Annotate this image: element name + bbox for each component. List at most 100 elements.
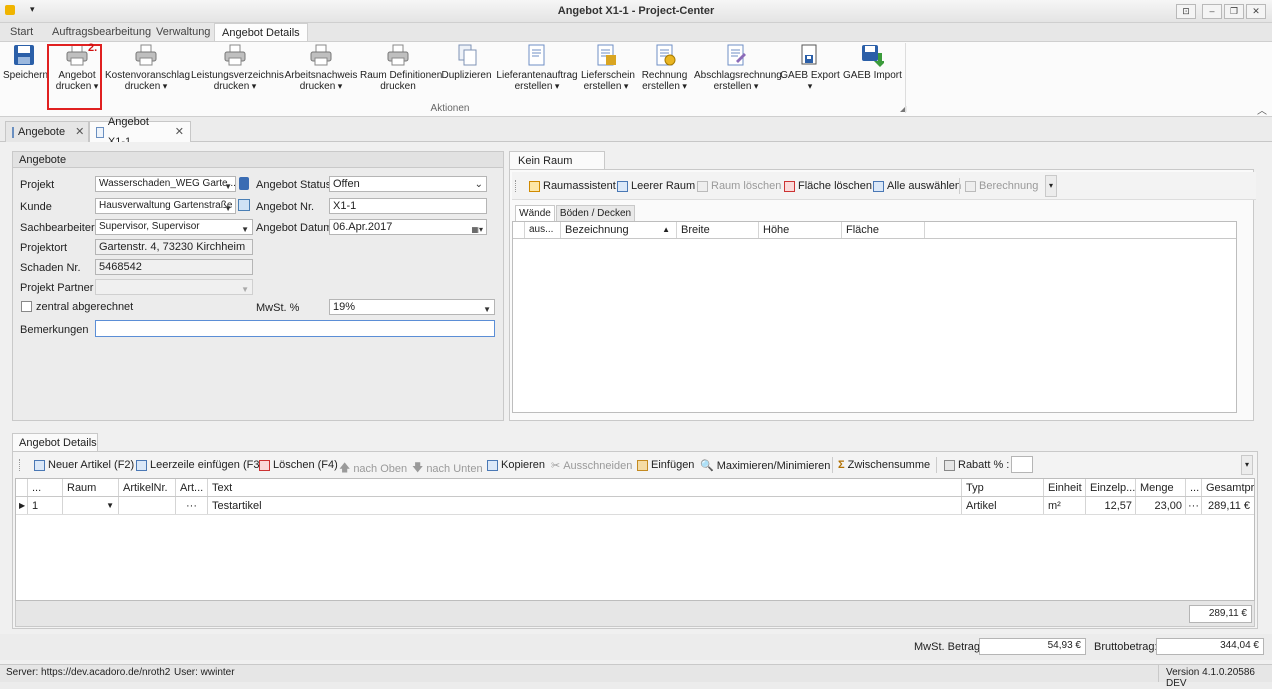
- kunde-select[interactable]: Hausverwaltung Gartenstraße ▼: [95, 198, 236, 214]
- raum-tab[interactable]: Kein Raum angelegt: [509, 151, 605, 185]
- tab-auftragsbearbeitung[interactable]: Auftragsbearbeitung: [45, 23, 158, 41]
- mwst-select[interactable]: 19% ▼: [329, 299, 495, 315]
- col-typ[interactable]: Typ: [962, 479, 1044, 496]
- cell-gesamtpreis[interactable]: 289,11 €: [1202, 497, 1254, 514]
- gaeb-import-icon: [860, 43, 886, 67]
- tab-verwaltung[interactable]: Verwaltung: [149, 23, 217, 41]
- col-art[interactable]: Art...: [176, 479, 208, 496]
- ribbon-button-gaeb-export[interactable]: GAEB Export ▾: [780, 43, 840, 97]
- close-button[interactable]: ✕: [1246, 4, 1266, 19]
- ribbon-button-rechnung[interactable]: Rechnung erstellen ▾: [639, 43, 690, 97]
- rabatt-input[interactable]: [1011, 456, 1033, 473]
- cell-more-ellipsis[interactable]: ···: [1186, 497, 1202, 514]
- raum-loeschen-button[interactable]: Raum löschen: [697, 180, 781, 192]
- ausschneiden-button[interactable]: ✂ Ausschneiden: [551, 459, 632, 473]
- ribbon-button-gaeb-import[interactable]: GAEB Import: [843, 43, 902, 97]
- subtab-waende[interactable]: Wände: [515, 205, 555, 221]
- ribbon-button-arbeitsnachweis[interactable]: Arbeitsnachweis drucken ▾: [281, 43, 361, 97]
- cell-menge[interactable]: 23,00: [1136, 497, 1186, 514]
- alle-auswaehlen-button[interactable]: Alle auswählen: [873, 180, 961, 192]
- einfuegen-button[interactable]: Einfügen: [637, 459, 694, 471]
- maximize-button[interactable]: ❐: [1224, 4, 1244, 19]
- sachbearbeiter-select[interactable]: Supervisor, Supervisor ▼: [95, 219, 253, 235]
- subtab-boeden-decken[interactable]: Böden / Decken: [556, 205, 635, 221]
- calendar-icon[interactable]: ▦▾: [471, 223, 483, 234]
- dropdown-arrow-icon: ▾: [807, 81, 813, 91]
- nach-oben-button[interactable]: 🡅 nach Oben: [339, 459, 407, 478]
- tab-angebot-details[interactable]: Angebot Details: [214, 23, 308, 41]
- minimize-button[interactable]: –: [1202, 4, 1222, 19]
- chevron-down-icon: ⌄: [474, 179, 483, 190]
- document-icon: [12, 126, 14, 138]
- ribbon-button-lieferschein[interactable]: Lieferschein erstellen ▾: [581, 43, 635, 97]
- leerer-raum-button[interactable]: Leerer Raum: [617, 180, 695, 192]
- zentral-checkbox[interactable]: [21, 301, 32, 312]
- cell-einzelpreis[interactable]: 12,57: [1086, 497, 1136, 514]
- col-menge[interactable]: Menge: [1136, 479, 1186, 496]
- restore-ribbon-button[interactable]: ⊡: [1176, 4, 1196, 19]
- kopieren-button[interactable]: Kopieren: [487, 459, 545, 471]
- cell-raum[interactable]: ▼: [63, 497, 119, 514]
- col-flaeche[interactable]: Fläche: [842, 222, 925, 238]
- ribbon-button-abschlagsrechnung[interactable]: Abschlagsrechnung erstellen ▾: [694, 43, 782, 97]
- doc-tab-angebot-x1-1[interactable]: Angebot X1-1 ✕: [89, 116, 191, 148]
- flaeche-loeschen-button[interactable]: Fläche löschen: [784, 180, 872, 192]
- schaden-field[interactable]: 5468542: [95, 259, 253, 275]
- doc-tab-angebote[interactable]: Angebote ✕: [5, 121, 89, 142]
- leerzeile-button[interactable]: Leerzeile einfügen (F3): [136, 459, 263, 471]
- cell-pos[interactable]: 1: [28, 497, 63, 514]
- col-artikelnr[interactable]: ArtikelNr.: [119, 479, 176, 496]
- bemerkungen-input[interactable]: [95, 320, 495, 337]
- loeschen-button[interactable]: Löschen (F4): [259, 459, 338, 471]
- ribbon-button-raum-definitionen[interactable]: Raum Definitionen drucken: [360, 43, 442, 97]
- ribbon-button-kostenvoranschlag[interactable]: Kostenvoranschlag drucken ▾: [105, 43, 190, 97]
- nach-unten-button[interactable]: 🡇 nach Unten: [412, 459, 483, 478]
- ribbon-button-duplizieren[interactable]: Duplizieren: [441, 43, 492, 97]
- col-pos[interactable]: ...: [28, 479, 63, 496]
- cell-text[interactable]: Testartikel: [208, 497, 962, 514]
- angebot-nr-field[interactable]: X1-1: [329, 198, 487, 214]
- zwischensumme-button[interactable]: Σ Zwischensumme: [838, 459, 930, 471]
- col-gesamtpreis[interactable]: Gesamtpreis: [1202, 479, 1254, 496]
- ribbon-button-leistungsverzeichnis[interactable]: Leistungsverzeichnis drucken ▾: [191, 43, 284, 97]
- project-detail-icon[interactable]: [239, 177, 249, 190]
- ribbon-button-sublabel-text: drucken: [380, 81, 416, 92]
- collapse-ribbon-icon[interactable]: ︿: [1257, 102, 1267, 117]
- mwst-value: 19%: [333, 301, 356, 313]
- toolbar-overflow-button[interactable]: ▾: [1241, 455, 1253, 475]
- toolbar-overflow-button[interactable]: ▾: [1045, 175, 1057, 197]
- col-breite[interactable]: Breite: [677, 222, 759, 238]
- cell-art-ellipsis[interactable]: ···: [176, 497, 208, 514]
- ribbon-button-speichern[interactable]: Speichern: [3, 43, 48, 97]
- maximieren-button[interactable]: 🔍 Maximieren/Minimieren: [700, 459, 830, 473]
- close-icon[interactable]: ✕: [175, 122, 184, 142]
- toolbar-grip: [515, 180, 517, 192]
- berechnung-button[interactable]: Berechnung: [965, 180, 1038, 192]
- projekt-value: Wasserschaden_WEG Garte...: [99, 178, 236, 189]
- table-row[interactable]: ▶ 1 ▼ ··· Testartikel Artikel m² 12,57 2…: [16, 497, 1254, 515]
- partner-select[interactable]: ▼: [95, 279, 253, 295]
- cell-einheit[interactable]: m²: [1044, 497, 1086, 514]
- ribbon-button-lieferantenauftrag[interactable]: Lieferantenauftrag erstellen ▾: [496, 43, 578, 97]
- projektort-field[interactable]: Gartenstr. 4, 73230 Kirchheim: [95, 239, 253, 255]
- projekt-select[interactable]: Wasserschaden_WEG Garte... ▼: [95, 176, 236, 192]
- col-raum[interactable]: Raum: [63, 479, 119, 496]
- status-select[interactable]: Offen ⌄: [329, 176, 487, 192]
- col-bezeichnung[interactable]: Bezeichnung ▲: [561, 222, 677, 238]
- col-hoehe[interactable]: Höhe: [759, 222, 842, 238]
- cell-artikelnr[interactable]: [119, 497, 176, 514]
- col-einzelpreis[interactable]: Einzelp...: [1086, 479, 1136, 496]
- col-einheit[interactable]: Einheit: [1044, 479, 1086, 496]
- cell-typ[interactable]: Artikel: [962, 497, 1044, 514]
- user-status: User: wwinter: [174, 667, 235, 678]
- raumassistent-button[interactable]: Raumassistent: [529, 180, 616, 192]
- neuer-artikel-button[interactable]: Neuer Artikel (F2): [34, 459, 134, 471]
- col-more[interactable]: ...: [1186, 479, 1202, 496]
- angebot-datum-field[interactable]: 06.Apr.2017 ▦▾: [329, 219, 487, 235]
- col-aus[interactable]: aus...: [525, 222, 561, 238]
- tab-start[interactable]: Start: [3, 23, 40, 41]
- details-tab[interactable]: Angebot Details: [12, 433, 98, 452]
- col-text[interactable]: Text: [208, 479, 962, 496]
- close-icon[interactable]: ✕: [75, 122, 84, 142]
- contact-card-icon[interactable]: [238, 199, 250, 211]
